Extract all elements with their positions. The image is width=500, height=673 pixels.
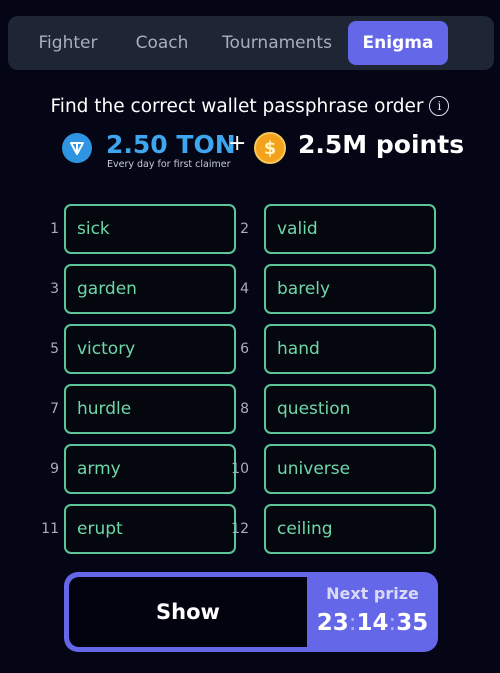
countdown-hours: 23 (316, 610, 349, 636)
word-input[interactable]: barely (264, 264, 436, 314)
word-input[interactable]: valid (264, 204, 436, 254)
word-input[interactable]: hand (264, 324, 436, 374)
dollar-coin-icon: $ (254, 132, 286, 164)
word-cell: 8 question (240, 384, 438, 434)
page-heading: Find the correct wallet passphrase order… (0, 92, 500, 120)
word-input[interactable]: erupt (64, 504, 236, 554)
word-row: 11 erupt 12 ceiling (0, 504, 500, 564)
word-cell: 3 garden (30, 264, 236, 314)
word-input[interactable]: army (64, 444, 236, 494)
word-number: 9 (50, 461, 59, 477)
reward-banner: 2.50 TON Every day for first claimer + $… (0, 128, 500, 172)
word-number: 1 (50, 221, 59, 237)
word-cell: 9 army (30, 444, 236, 494)
word-number: 3 (50, 281, 59, 297)
word-cell: 1 sick (30, 204, 236, 254)
countdown-seconds: 35 (396, 610, 429, 636)
word-number: 11 (41, 521, 59, 537)
page-title: Find the correct wallet passphrase order (50, 95, 424, 117)
word-number: 4 (240, 281, 249, 297)
word-row: 5 victory 6 hand (0, 324, 500, 384)
word-input[interactable]: universe (264, 444, 436, 494)
word-number: 6 (240, 341, 249, 357)
tab-fighter[interactable]: Fighter (28, 21, 108, 65)
ton-logo-icon (62, 133, 92, 163)
plus-sign: + (228, 131, 247, 156)
tab-tournaments[interactable]: Tournaments (216, 21, 338, 65)
info-icon[interactable]: i (429, 96, 450, 116)
word-row: 3 garden 4 barely (0, 264, 500, 324)
word-input[interactable]: victory (64, 324, 236, 374)
word-cell: 7 hurdle (30, 384, 236, 434)
word-row: 9 army 10 universe (0, 444, 500, 504)
show-button[interactable]: Show (69, 577, 307, 647)
word-input[interactable]: sick (64, 204, 236, 254)
word-number: 8 (240, 401, 249, 417)
ton-amount: 2.50 TON (106, 130, 236, 159)
word-row: 7 hurdle 8 question (0, 384, 500, 444)
word-cell: 10 universe (231, 444, 438, 494)
word-number: 7 (50, 401, 59, 417)
word-number: 10 (231, 461, 249, 477)
word-number: 5 (50, 341, 59, 357)
word-row: 1 sick 2 valid (0, 204, 500, 264)
word-input[interactable]: hurdle (64, 384, 236, 434)
passphrase-grid: 1 sick 2 valid 3 garden 4 barely 5 victo… (0, 204, 500, 564)
word-cell: 5 victory (30, 324, 236, 374)
next-prize-label: Next prize (326, 584, 419, 603)
word-input[interactable]: ceiling (264, 504, 436, 554)
show-panel: Show Next prize 23:14:35 (64, 572, 438, 652)
word-number: 12 (231, 521, 249, 537)
tab-coach[interactable]: Coach (120, 21, 204, 65)
ton-subtitle: Every day for first claimer (107, 159, 231, 170)
points-amount: 2.5M points (298, 130, 465, 159)
word-number: 2 (240, 221, 249, 237)
word-input[interactable]: garden (64, 264, 236, 314)
word-cell: 11 erupt (30, 504, 236, 554)
countdown-minutes: 14 (356, 610, 389, 636)
tab-enigma[interactable]: Enigma (348, 21, 448, 65)
word-cell: 2 valid (240, 204, 438, 254)
word-cell: 6 hand (240, 324, 438, 374)
next-prize-countdown: 23:14:35 (307, 610, 438, 636)
tab-bar: Fighter Coach Tournaments Enigma (8, 16, 494, 70)
word-input[interactable]: question (264, 384, 436, 434)
word-cell: 12 ceiling (231, 504, 438, 554)
word-cell: 4 barely (240, 264, 438, 314)
